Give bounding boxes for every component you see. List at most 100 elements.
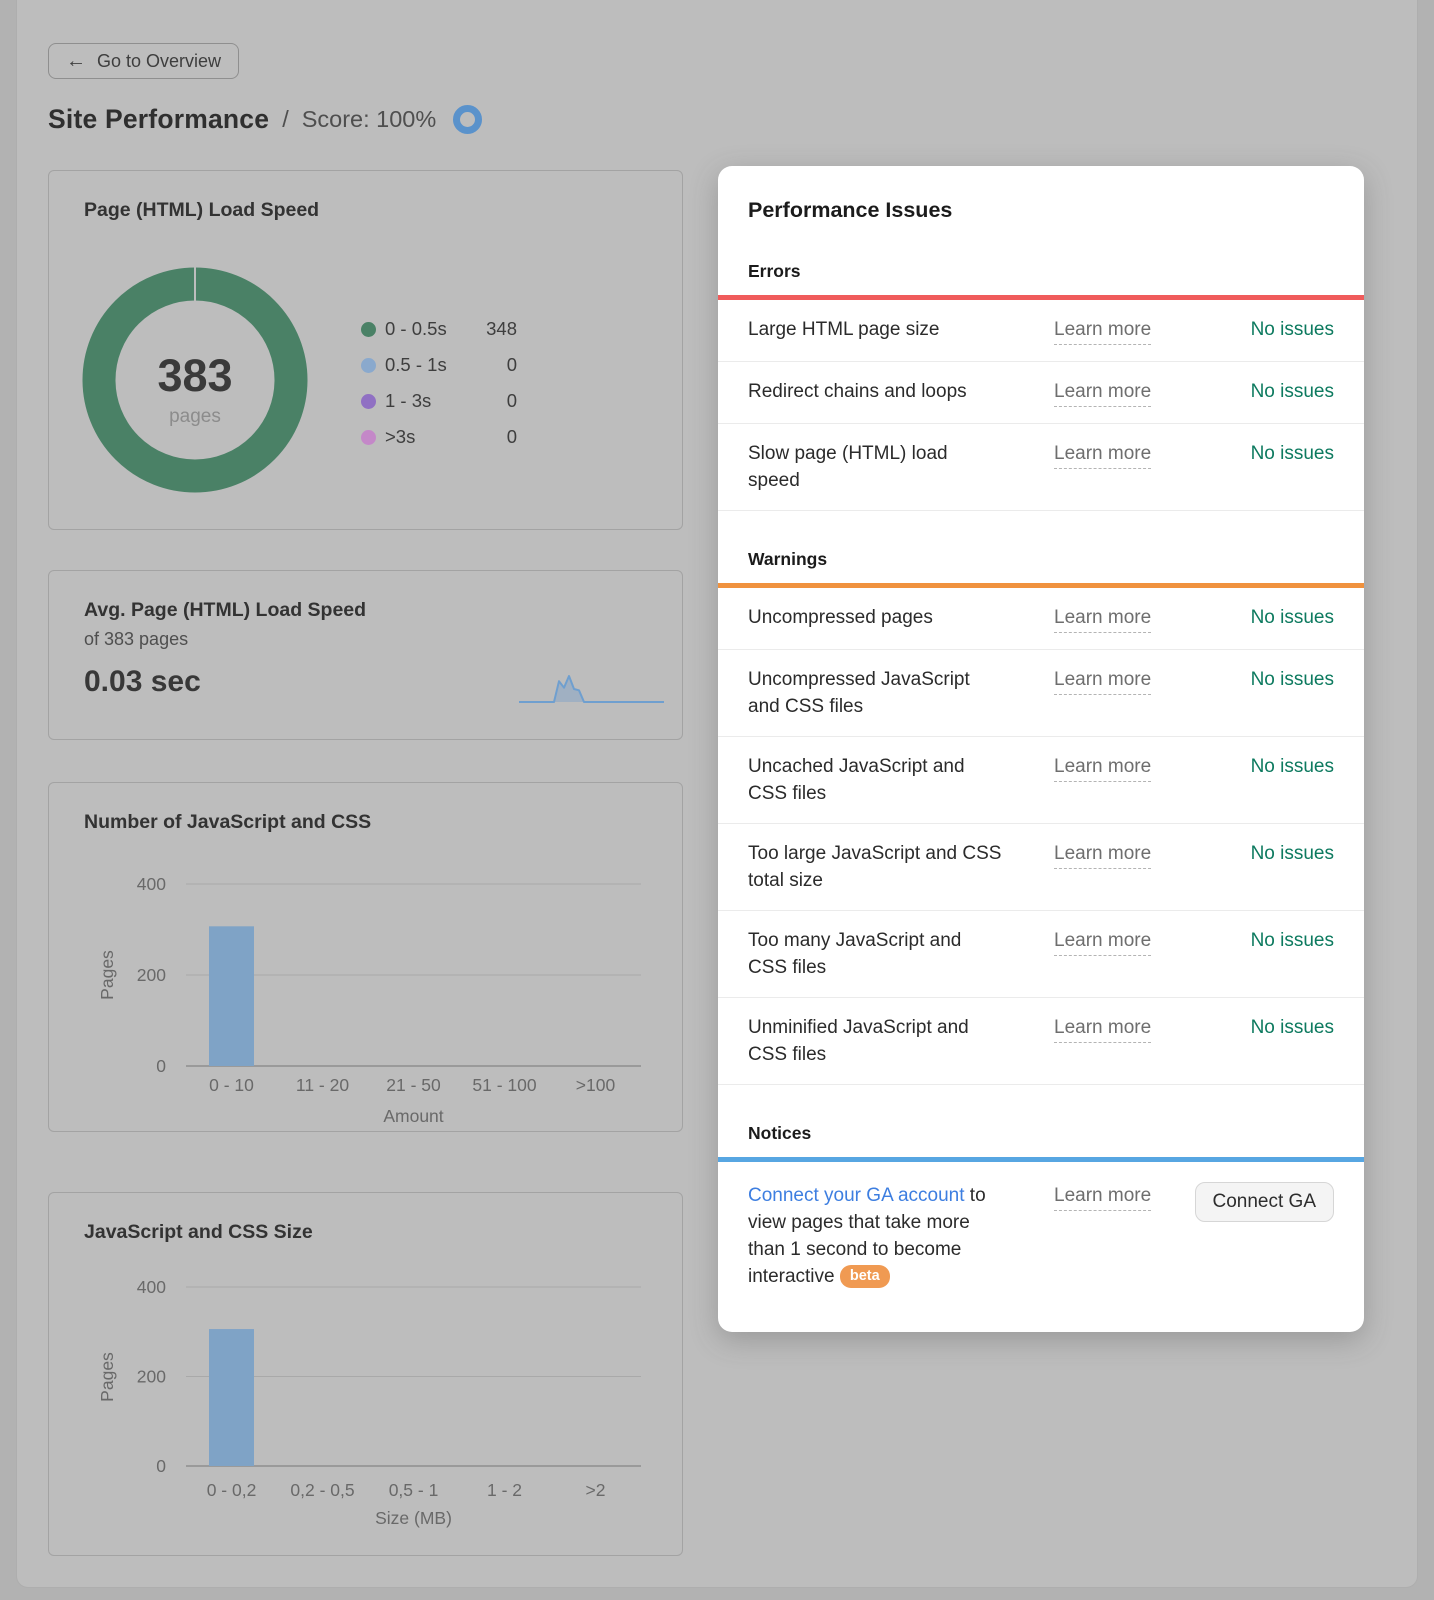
x-tick-label: 1 - 2 <box>487 1480 522 1500</box>
issue-label: Too many JavaScript and CSS files <box>748 927 1024 981</box>
x-axis-label: Amount <box>383 1106 443 1126</box>
load-speed-sparkline <box>519 669 664 709</box>
learn-more-link[interactable]: Learn more <box>1054 440 1151 469</box>
x-tick-label: >100 <box>576 1075 616 1095</box>
x-tick-label: 0 - 0,2 <box>207 1480 257 1500</box>
score-separator: / <box>282 106 289 133</box>
issue-label: Redirect chains and loops <box>748 378 1024 405</box>
bar <box>209 926 254 1066</box>
beta-badge: beta <box>840 1265 890 1288</box>
spark-fill <box>519 676 664 702</box>
js-css-count-chart: 02004000 - 1011 - 2021 - 5051 - 100>100A… <box>49 783 682 1131</box>
spark-line <box>519 676 664 702</box>
y-tick-label: 400 <box>137 874 166 894</box>
legend-item: 1 - 3s 0 <box>361 383 517 419</box>
learn-more-link[interactable]: Learn more <box>1054 1182 1151 1211</box>
js-css-count-card: Number of JavaScript and CSS 02004000 - … <box>48 782 683 1132</box>
section-notices: Notices <box>748 1123 1334 1144</box>
learn-more-link[interactable]: Learn more <box>1054 604 1151 633</box>
legend-item: >3s 0 <box>361 419 517 455</box>
performance-issues-panel: Performance Issues Errors Large HTML pag… <box>718 166 1364 1332</box>
donut-legend: 0 - 0.5s 348 0.5 - 1s 0 1 - 3s 0 >3s 0 <box>361 311 517 455</box>
card-title: Avg. Page (HTML) Load Speed <box>84 599 366 622</box>
issue-status: No issues <box>1251 840 1334 867</box>
legend-item: 0 - 0.5s 348 <box>361 311 517 347</box>
legend-label: >3s <box>385 426 415 448</box>
go-to-overview-button[interactable]: ← Go to Overview <box>48 43 239 79</box>
legend-label: 0 - 0.5s <box>385 318 447 340</box>
issue-status: No issues <box>1251 316 1334 343</box>
avg-load-speed-value: 0.03 sec <box>84 665 201 699</box>
issue-row: Large HTML page size Learn more No issue… <box>718 300 1364 362</box>
y-axis-label: Pages <box>97 1352 117 1402</box>
y-tick-label: 200 <box>137 1367 166 1387</box>
page-load-speed-card: Page (HTML) Load Speed 383 pages 0 - 0.5… <box>48 170 683 530</box>
legend-value: 0 <box>507 390 517 412</box>
issue-label: Uncompressed pages <box>748 604 1024 631</box>
donut-total-pages: 383 <box>82 353 308 398</box>
notice-text: Connect your GA account to view pages th… <box>748 1182 1000 1290</box>
js-css-size-chart: 02004000 - 0,20,2 - 0,50,5 - 11 - 2>2Siz… <box>49 1193 682 1555</box>
section-warnings: Warnings <box>748 549 1334 570</box>
section-errors: Errors <box>748 261 1334 282</box>
issue-status: No issues <box>1251 604 1334 631</box>
learn-more-link[interactable]: Learn more <box>1054 927 1151 956</box>
learn-more-link[interactable]: Learn more <box>1054 753 1151 782</box>
legend-value: 0 <box>507 426 517 448</box>
legend-value: 0 <box>507 354 517 376</box>
issue-row: Slow page (HTML) load speed Learn more N… <box>718 424 1364 511</box>
card-title: Page (HTML) Load Speed <box>84 199 319 222</box>
y-tick-label: 200 <box>137 965 166 985</box>
card-subtitle: of 383 pages <box>84 629 188 650</box>
issue-label: Uncached JavaScript and CSS files <box>748 753 1024 807</box>
donut-total-label: pages <box>82 406 308 428</box>
y-tick-label: 400 <box>137 1277 166 1297</box>
avg-load-speed-card: Avg. Page (HTML) Load Speed of 383 pages… <box>48 570 683 740</box>
issue-row: Too large JavaScript and CSS total size … <box>718 824 1364 911</box>
issue-label: Large HTML page size <box>748 316 1024 343</box>
connect-ga-button[interactable]: Connect GA <box>1195 1182 1335 1222</box>
issue-status: No issues <box>1251 927 1334 954</box>
issue-row: Redirect chains and loops Learn more No … <box>718 362 1364 424</box>
y-tick-label: 0 <box>156 1056 166 1076</box>
issue-status: No issues <box>1251 1014 1334 1041</box>
issue-status: No issues <box>1251 753 1334 780</box>
x-axis-label: Size (MB) <box>375 1508 452 1528</box>
page-header: Site Performance / Score: 100% <box>48 104 482 135</box>
learn-more-link[interactable]: Learn more <box>1054 316 1151 345</box>
donut-center: 383 pages <box>82 353 308 428</box>
issue-row: Too many JavaScript and CSS files Learn … <box>718 911 1364 998</box>
issue-row: Uncompressed JavaScript and CSS files Le… <box>718 650 1364 737</box>
legend-dot <box>361 322 376 337</box>
learn-more-link[interactable]: Learn more <box>1054 840 1151 869</box>
legend-label: 0.5 - 1s <box>385 354 447 376</box>
issue-status: No issues <box>1251 666 1334 693</box>
x-tick-label: >2 <box>586 1480 606 1500</box>
legend-item: 0.5 - 1s 0 <box>361 347 517 383</box>
x-tick-label: 0 - 10 <box>209 1075 254 1095</box>
issue-status: No issues <box>1251 378 1334 405</box>
learn-more-link[interactable]: Learn more <box>1054 378 1151 407</box>
y-tick-label: 0 <box>156 1456 166 1476</box>
legend-label: 1 - 3s <box>385 390 431 412</box>
learn-more-link[interactable]: Learn more <box>1054 666 1151 695</box>
x-tick-label: 11 - 20 <box>296 1075 349 1095</box>
learn-more-link[interactable]: Learn more <box>1054 1014 1151 1043</box>
back-button-label: Go to Overview <box>97 51 221 72</box>
connect-ga-link[interactable]: Connect your GA account <box>748 1185 965 1206</box>
issue-label: Uncompressed JavaScript and CSS files <box>748 666 1024 720</box>
issue-row: Uncached JavaScript and CSS files Learn … <box>718 737 1364 824</box>
page-title: Site Performance <box>48 104 269 135</box>
x-tick-label: 21 - 50 <box>386 1075 441 1095</box>
x-tick-label: 0,5 - 1 <box>389 1480 439 1500</box>
legend-dot <box>361 430 376 445</box>
issue-row: Uncompressed pages Learn more No issues <box>718 588 1364 650</box>
notice-row: Connect your GA account to view pages th… <box>718 1162 1364 1306</box>
back-arrow-icon: ← <box>66 51 86 71</box>
legend-dot <box>361 358 376 373</box>
legend-value: 348 <box>486 318 517 340</box>
legend-dot <box>361 394 376 409</box>
score-label: Score: 100% <box>302 106 437 133</box>
js-css-size-card: JavaScript and CSS Size 02004000 - 0,20,… <box>48 1192 683 1556</box>
issue-label: Unminified JavaScript and CSS files <box>748 1014 1024 1068</box>
